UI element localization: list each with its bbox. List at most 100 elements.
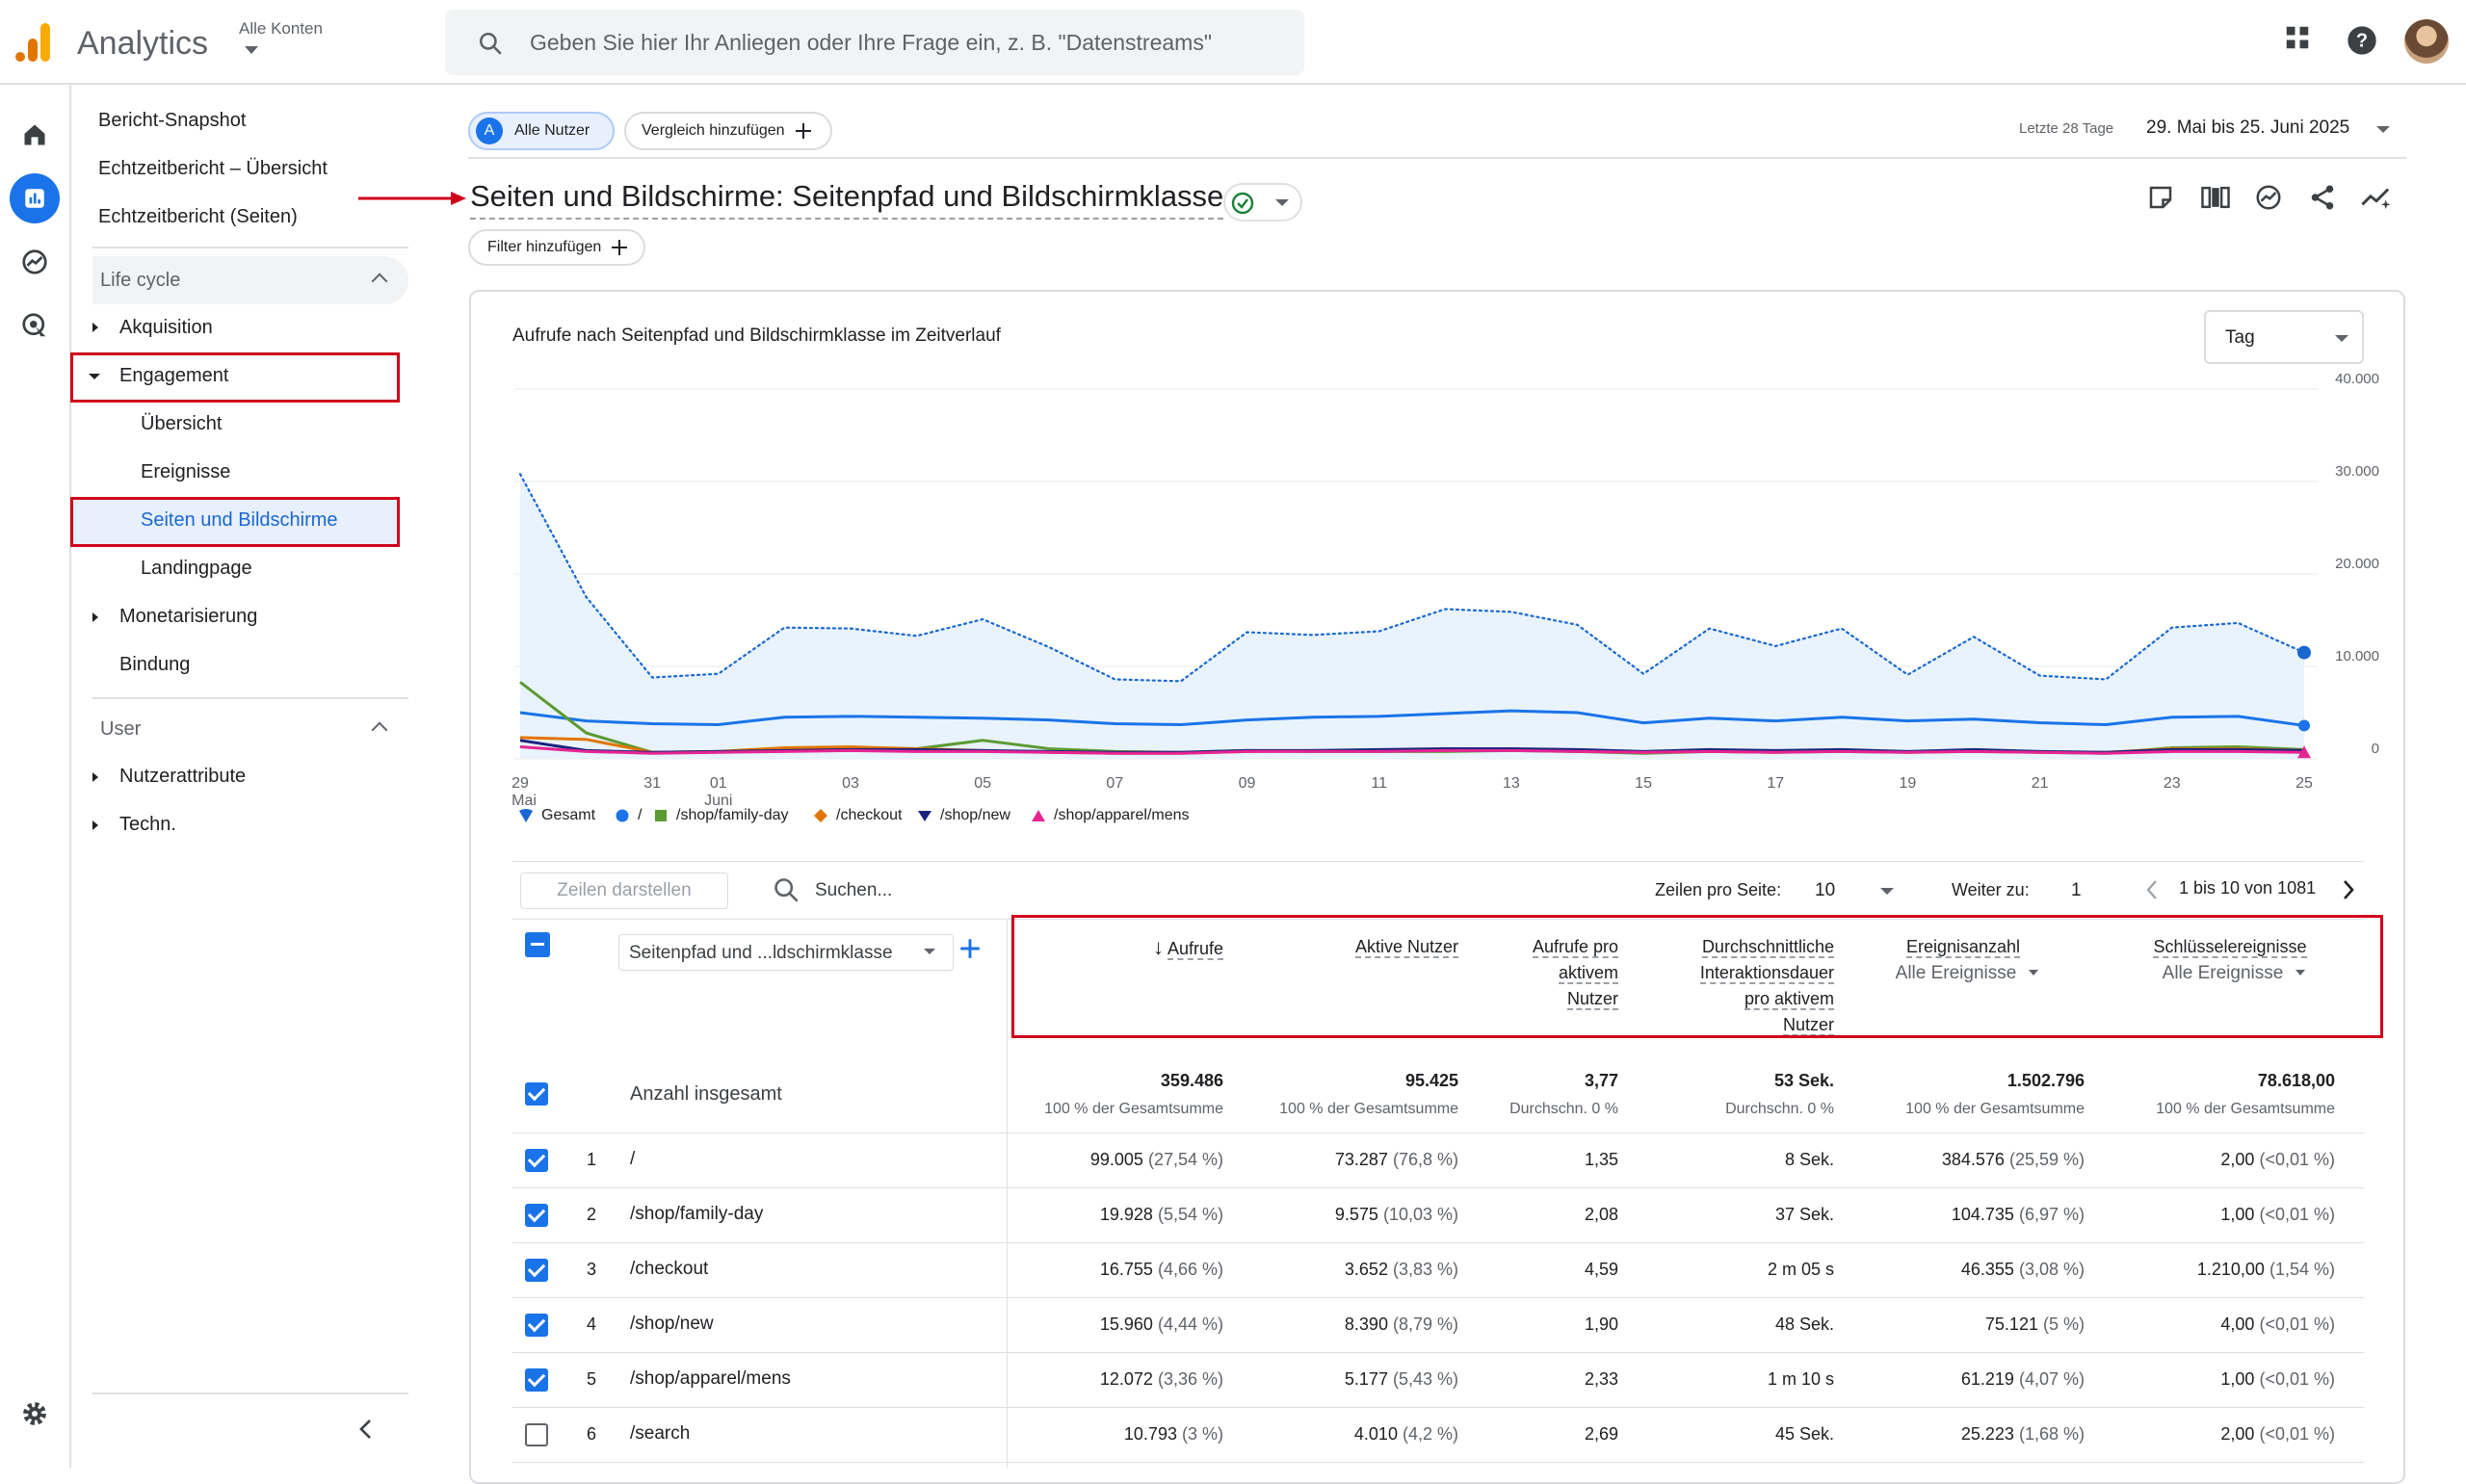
nav-tech[interactable]: Techn. — [119, 814, 176, 836]
cell-events: 46.355 (3,08 %) — [1796, 1260, 2085, 1280]
prev-page-icon[interactable] — [2144, 878, 2160, 901]
nav-monetization[interactable]: Monetarisierung — [119, 606, 257, 628]
help-icon[interactable]: ? — [2347, 25, 2377, 56]
row-number: 6 — [587, 1424, 597, 1444]
row-number: 5 — [587, 1369, 597, 1389]
nav-user-attributes[interactable]: Nutzerattribute — [119, 766, 246, 788]
explore-icon[interactable] — [10, 237, 60, 287]
show-rows-button[interactable]: Zeilen darstellen — [520, 872, 728, 909]
nav-realtime-overview[interactable]: Echtzeitbericht – Übersicht — [98, 158, 328, 180]
total-views-per-user-sub: Durchschn. 0 % — [1509, 1101, 1618, 1117]
cell-key: 1,00 (<0,01 %) — [2046, 1205, 2335, 1225]
dimension-select[interactable]: Seitenpfad und ...ldschirmklasse — [618, 934, 954, 971]
nav-engagement-overview[interactable]: Übersicht — [141, 413, 222, 435]
all-users-chip[interactable]: A Alle Nutzer — [468, 112, 615, 150]
x-tick-label: 15 — [1635, 775, 1652, 792]
row-divider — [512, 1462, 2364, 1463]
cell-key: 1.210,00 (1,54 %) — [2046, 1260, 2335, 1280]
user-header[interactable]: User — [92, 705, 408, 753]
row-page-path[interactable]: /checkout — [630, 1259, 708, 1280]
row-page-path[interactable]: / — [630, 1149, 635, 1170]
legend-item[interactable]: / — [615, 807, 642, 824]
row-checkbox[interactable] — [525, 1149, 548, 1172]
total-avg-engagement: 53 Sek. — [1773, 1071, 1834, 1090]
account-selector[interactable]: Alle Konten — [239, 19, 323, 39]
rows-per-page-caret-icon[interactable] — [1880, 888, 1894, 895]
highlight-metric-columns — [1011, 915, 2383, 1038]
nav-acquisition[interactable]: Akquisition — [119, 317, 213, 339]
goto-input[interactable]: 1 — [2071, 880, 2082, 901]
chevron-up-icon[interactable] — [371, 273, 388, 290]
select-all-checkbox[interactable] — [525, 932, 550, 957]
total-views: 359.486 — [1160, 1071, 1223, 1090]
share-icon[interactable] — [2308, 183, 2337, 212]
date-range-value[interactable]: 29. Mai bis 25. Juni 2025 — [2146, 117, 2349, 139]
nav-retention[interactable]: Bindung — [119, 654, 190, 676]
lifecycle-header[interactable]: Life cycle — [92, 256, 408, 304]
collapse-nav-chevron-icon[interactable] — [356, 1418, 376, 1441]
add-comparison-chip[interactable]: Vergleich hinzufügen — [624, 112, 832, 150]
chart-title: Aufrufe nach Seitenpfad und Bildschirmkl… — [512, 325, 1001, 346]
cell-events: 75.121 (5 %) — [1796, 1315, 2085, 1335]
expand-user-attributes-icon[interactable] — [92, 772, 98, 782]
legend-item[interactable]: /shop/new — [917, 807, 1010, 824]
nav-events[interactable]: Ereignisse — [141, 461, 230, 483]
chevron-down-icon — [924, 949, 935, 954]
trend-sparkle-icon[interactable] — [2360, 183, 2393, 212]
row-page-path[interactable]: /shop/family-day — [630, 1204, 763, 1225]
table-search-input[interactable]: Suchen... — [815, 880, 892, 901]
granularity-select[interactable]: Tag — [2204, 310, 2364, 364]
settings-gear-icon[interactable] — [10, 1389, 60, 1439]
search-bar[interactable]: Geben Sie hier Ihr Anliegen oder Ihre Fr… — [445, 10, 1304, 75]
row-checkbox[interactable] — [525, 1259, 548, 1282]
expand-tech-icon[interactable] — [92, 820, 98, 830]
row-page-path[interactable]: /search — [630, 1423, 690, 1445]
nav-realtime-pages[interactable]: Echtzeitbericht (Seiten) — [98, 206, 298, 228]
home-icon[interactable] — [10, 110, 60, 160]
next-page-icon[interactable] — [2341, 878, 2356, 901]
analytics-logo-icon[interactable] — [15, 21, 54, 64]
y-tick-label: 20.000 — [2335, 556, 2379, 572]
insights-icon[interactable] — [2254, 183, 2283, 212]
reports-icon[interactable] — [10, 173, 60, 223]
rows-per-page-label: Zeilen pro Seite: — [1655, 880, 1782, 899]
cell-percent: (<0,01 %) — [2259, 1369, 2335, 1389]
add-dimension-plus-icon[interactable] — [959, 938, 981, 959]
user-label: User — [100, 718, 142, 740]
totals-checkbox[interactable] — [525, 1082, 548, 1106]
advertising-icon[interactable] — [10, 300, 60, 351]
report-status-chip[interactable] — [1223, 183, 1302, 221]
legend-label: /shop/family-day — [676, 807, 789, 823]
user-avatar[interactable] — [2404, 19, 2449, 64]
chevron-up-icon[interactable] — [371, 721, 388, 739]
cell-value: 16.755 — [1099, 1260, 1153, 1279]
row-divider — [512, 1187, 2364, 1188]
row-page-path[interactable]: /shop/new — [630, 1314, 714, 1335]
cell-key: 1,00 (<0,01 %) — [2046, 1369, 2335, 1390]
rows-per-page-value[interactable]: 10 — [1815, 880, 1835, 901]
compare-icon[interactable] — [2200, 183, 2231, 212]
row-checkbox[interactable] — [525, 1423, 548, 1446]
cell-eng: 45 Sek. — [1545, 1424, 1834, 1445]
expand-acquisition-icon[interactable] — [92, 323, 98, 332]
nav-landing-page[interactable]: Landingpage — [141, 558, 252, 580]
apps-grid-icon[interactable] — [2283, 23, 2312, 52]
legend-item[interactable]: Gesamt — [518, 807, 595, 824]
legend-item[interactable]: /shop/apparel/mens — [1031, 807, 1190, 824]
customize-report-icon[interactable] — [2146, 183, 2175, 212]
row-page-path[interactable]: /shop/apparel/mens — [630, 1368, 791, 1390]
expand-monetization-icon[interactable] — [92, 612, 98, 622]
account-caret-icon[interactable] — [245, 46, 258, 54]
nav-report-snapshot[interactable]: Bericht-Snapshot — [98, 110, 246, 132]
date-preset-label: Letzte 28 Tage — [2019, 120, 2114, 137]
row-checkbox[interactable] — [525, 1314, 548, 1337]
x-tick-label: 07 — [1106, 775, 1123, 792]
row-checkbox[interactable] — [525, 1204, 548, 1227]
add-filter-chip[interactable]: Filter hinzufügen — [468, 229, 645, 266]
legend-item[interactable]: /shop/family-day — [653, 807, 789, 824]
line-chart[interactable]: 40.00030.00020.00010.000029Mai31 01Juni03… — [501, 366, 2389, 809]
row-checkbox[interactable] — [525, 1368, 548, 1392]
date-caret-icon[interactable] — [2376, 126, 2390, 133]
legend-item[interactable]: /checkout — [813, 807, 902, 824]
left-rail — [0, 85, 71, 1468]
